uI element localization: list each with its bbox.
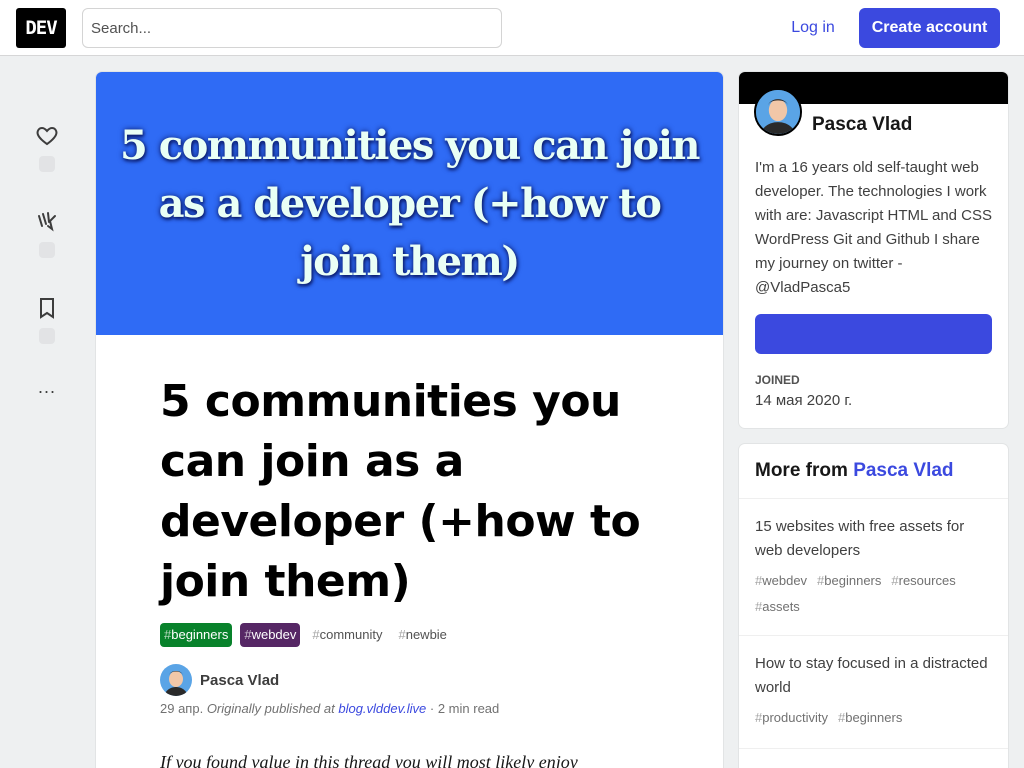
list-item[interactable]: 15 websites with free assets for web dev… [739, 499, 1008, 636]
avatar [160, 664, 192, 696]
original-link[interactable]: blog.vlddev.live [338, 701, 426, 716]
follow-button[interactable] [755, 314, 992, 354]
bookmark-count [39, 328, 55, 344]
top-header: DEV Log in Create account [0, 0, 1024, 56]
bookmark-action[interactable] [30, 296, 64, 344]
list-item[interactable]: How to stay focused in a distracted worl… [739, 636, 1008, 749]
originally-published-label: Originally published at [206, 701, 335, 716]
profile-avatar[interactable] [754, 88, 802, 136]
tag-community[interactable]: #community [308, 623, 386, 647]
article-body: If you found value in this thread you wi… [160, 752, 578, 768]
cover-image: 5 communities you can join as a develope… [96, 72, 723, 335]
profile-bio: I'm a 16 years old self-taught web devel… [755, 159, 993, 296]
dev-logo[interactable]: DEV [16, 8, 66, 48]
article-tags: #beginners #webdev #community #newbie [160, 623, 451, 647]
like-action[interactable] [30, 124, 64, 172]
list-item-title: 15 websites with free assets for web dev… [755, 518, 965, 559]
article-card: 5 communities you can join as a develope… [96, 72, 723, 768]
article-title: 5 communities you can join as a develope… [160, 376, 641, 607]
create-account-button[interactable]: Create account [859, 8, 1000, 48]
cover-text: 5 communities you can join as a develope… [119, 121, 701, 285]
article-author[interactable]: Pasca Vlad [160, 664, 279, 696]
author-profile-card: Pasca Vlad I'm a 16 years old self-taugh… [739, 72, 1008, 428]
read-time: 2 min read [437, 701, 500, 716]
list-item-tags: #webdev #beginners #resources #assets [755, 573, 956, 614]
publish-date: 29 апр. [160, 701, 204, 716]
profile-name[interactable]: Pasca Vlad [812, 114, 912, 136]
list-item-title: How to stay focused in a distracted worl… [755, 655, 988, 696]
more-from-author-link[interactable]: Pasca Vlad [853, 460, 953, 481]
unicorn-count [39, 242, 55, 258]
joined-date: 14 мая 2020 г. [755, 392, 853, 409]
search-input[interactable] [82, 8, 502, 48]
tag-newbie[interactable]: #newbie [394, 623, 450, 647]
list-item-tags: #productivity #beginners [755, 710, 903, 725]
tag-beginners[interactable]: #beginners [160, 623, 233, 647]
more-options-icon[interactable]: ... [30, 378, 64, 396]
like-count [39, 156, 55, 172]
article-meta: 29 апр. Originally published at blog.vld… [160, 701, 500, 716]
unicorn-action[interactable] [30, 210, 64, 258]
login-button[interactable]: Log in [778, 8, 848, 48]
author-name: Pasca Vlad [200, 671, 280, 689]
unicorn-icon [38, 212, 56, 232]
heart-icon [36, 126, 58, 146]
more-from-card: More from Pasca Vlad 15 websites with fr… [739, 444, 1008, 768]
bookmark-icon [40, 298, 54, 319]
joined-label: JOINED [755, 373, 800, 387]
tag-webdev[interactable]: #webdev [240, 623, 301, 647]
more-from-heading: More from Pasca Vlad [739, 444, 1008, 499]
